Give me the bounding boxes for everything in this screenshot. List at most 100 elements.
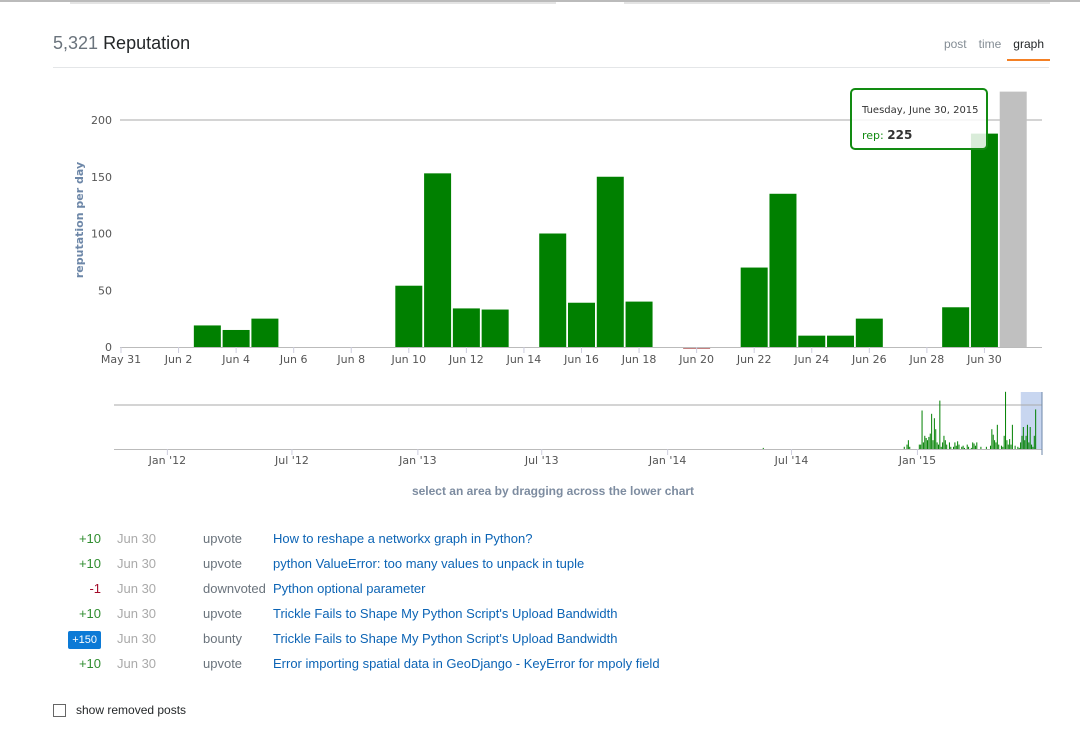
show-removed-checkbox[interactable] bbox=[53, 703, 66, 717]
x-tick-label: Jun 8 bbox=[336, 353, 365, 366]
navigator-bar bbox=[935, 429, 937, 449]
x-tick-label: Jun 6 bbox=[279, 353, 308, 366]
tooltip-date: Tuesday, June 30, 2015 bbox=[862, 105, 979, 116]
bar bbox=[481, 309, 509, 347]
event-post-link[interactable]: Trickle Fails to Shape My Python Script'… bbox=[273, 606, 618, 621]
navigator-bar bbox=[966, 444, 968, 449]
navigator-bar bbox=[921, 410, 923, 449]
event-post-link[interactable]: python ValueError: too many values to un… bbox=[273, 556, 584, 571]
navigator-bar bbox=[953, 446, 955, 449]
event-row: +150 Jun 30 bounty Trickle Fails to Shap… bbox=[53, 626, 660, 651]
navigator-bar bbox=[958, 444, 960, 449]
navigator-bar bbox=[1033, 435, 1035, 449]
reputation-events: +10 Jun 30 upvote How to reshape a netwo… bbox=[53, 526, 660, 676]
navigator-bar bbox=[933, 418, 935, 449]
x-tick-label: Jun 20 bbox=[678, 353, 714, 366]
navigator-bar bbox=[957, 441, 959, 449]
navigator-bar bbox=[1000, 445, 1002, 449]
navigator-bar bbox=[989, 445, 991, 449]
event-amount: +10 bbox=[53, 556, 101, 571]
event-date: Jun 30 bbox=[117, 556, 157, 571]
bar bbox=[942, 307, 970, 347]
navigator-tick-label: Jul '14 bbox=[774, 454, 809, 467]
navigator-selection bbox=[1020, 392, 1042, 449]
navigator-bar bbox=[939, 400, 941, 449]
bar bbox=[999, 91, 1027, 347]
navigator-bar bbox=[950, 446, 952, 449]
bar bbox=[222, 329, 250, 347]
event-type: upvote bbox=[203, 606, 243, 621]
x-tick-label: Jun 12 bbox=[448, 353, 484, 366]
x-tick-label: Jun 26 bbox=[851, 353, 887, 366]
y-axis-label: reputation per day bbox=[73, 162, 86, 278]
x-tick-label: Jun 2 bbox=[164, 353, 193, 366]
show-removed-posts[interactable]: show removed posts bbox=[53, 703, 186, 717]
bar bbox=[251, 318, 279, 347]
event-post-link[interactable]: Python optional parameter bbox=[273, 581, 425, 596]
x-tick-label: Jun 28 bbox=[909, 353, 945, 366]
x-tick-label: Jun 24 bbox=[793, 353, 829, 366]
event-type: upvote bbox=[203, 531, 243, 546]
event-amount-text: -1 bbox=[89, 581, 101, 596]
event-post-link[interactable]: How to reshape a networkx graph in Pytho… bbox=[273, 531, 532, 546]
navigator-bar bbox=[998, 444, 1000, 449]
navigator-bar bbox=[1029, 427, 1031, 449]
bar bbox=[855, 318, 883, 347]
navigator-bar bbox=[925, 438, 927, 449]
bar bbox=[539, 233, 567, 347]
x-tick-label: May 31 bbox=[101, 353, 141, 366]
navigator-bar bbox=[980, 446, 982, 449]
event-amount: +10 bbox=[53, 656, 101, 671]
event-row: +10 Jun 30 upvote Error importing spatia… bbox=[53, 651, 660, 676]
navigator-bar bbox=[1024, 440, 1026, 449]
y-tick-label: 100 bbox=[91, 228, 112, 241]
event-amount: +10 bbox=[53, 531, 101, 546]
x-tick-label: Jun 4 bbox=[221, 353, 250, 366]
navigator-bar bbox=[1010, 444, 1012, 449]
y-tick-label: 150 bbox=[91, 171, 112, 184]
event-row: +10 Jun 30 upvote How to reshape a netwo… bbox=[53, 526, 660, 551]
event-amount: +150 bbox=[53, 631, 101, 649]
navigator-bar bbox=[948, 442, 950, 449]
event-date: Jun 30 bbox=[117, 531, 157, 546]
navigator-bar bbox=[974, 445, 976, 449]
navigator-tick-label: Jan '15 bbox=[898, 454, 936, 467]
event-row: +10 Jun 30 upvote Trickle Fails to Shape… bbox=[53, 601, 660, 626]
navigator-bar bbox=[931, 413, 933, 449]
event-amount: -1 bbox=[53, 581, 101, 596]
navigator-bar bbox=[1011, 424, 1013, 449]
event-amount-text: +10 bbox=[78, 606, 101, 621]
navigator-bar bbox=[961, 446, 963, 449]
navigator-bar bbox=[976, 442, 978, 449]
event-date: Jun 30 bbox=[117, 656, 157, 671]
navigator-bar bbox=[995, 442, 997, 449]
bar bbox=[568, 302, 595, 347]
navigator-bar bbox=[1017, 446, 1019, 449]
event-amount-text: +10 bbox=[78, 656, 101, 671]
navigator-bar bbox=[954, 442, 956, 449]
navigator-bar bbox=[1021, 435, 1023, 449]
navigator-bar bbox=[992, 434, 994, 449]
bar bbox=[970, 133, 998, 347]
navigator-bar bbox=[942, 442, 944, 449]
navigator-bar bbox=[1009, 439, 1011, 449]
event-type: upvote bbox=[203, 656, 243, 671]
bar bbox=[798, 335, 826, 347]
navigator-tick-label: Jan '14 bbox=[648, 454, 686, 467]
navigator-bar bbox=[929, 433, 931, 449]
event-post-link[interactable]: Trickle Fails to Shape My Python Script'… bbox=[273, 631, 618, 646]
navigator-bar bbox=[985, 446, 987, 449]
navigator-bar bbox=[1005, 391, 1007, 449]
navigator-bar bbox=[927, 440, 929, 449]
navigator-hint: select an area by dragging across the lo… bbox=[411, 484, 695, 498]
event-post-link[interactable]: Error importing spatial data in GeoDjang… bbox=[273, 656, 660, 671]
reputation-chart[interactable]: 050100150200reputation per dayMay 31 Jun … bbox=[0, 0, 1080, 480]
navigator-bar bbox=[920, 444, 922, 449]
navigator-bar bbox=[1026, 424, 1028, 449]
bar bbox=[452, 308, 480, 347]
navigator-bar bbox=[906, 444, 908, 449]
navigator-bar bbox=[924, 435, 926, 449]
navigator-bar bbox=[943, 435, 945, 449]
navigator-bar bbox=[1018, 447, 1020, 449]
bar bbox=[424, 173, 452, 347]
